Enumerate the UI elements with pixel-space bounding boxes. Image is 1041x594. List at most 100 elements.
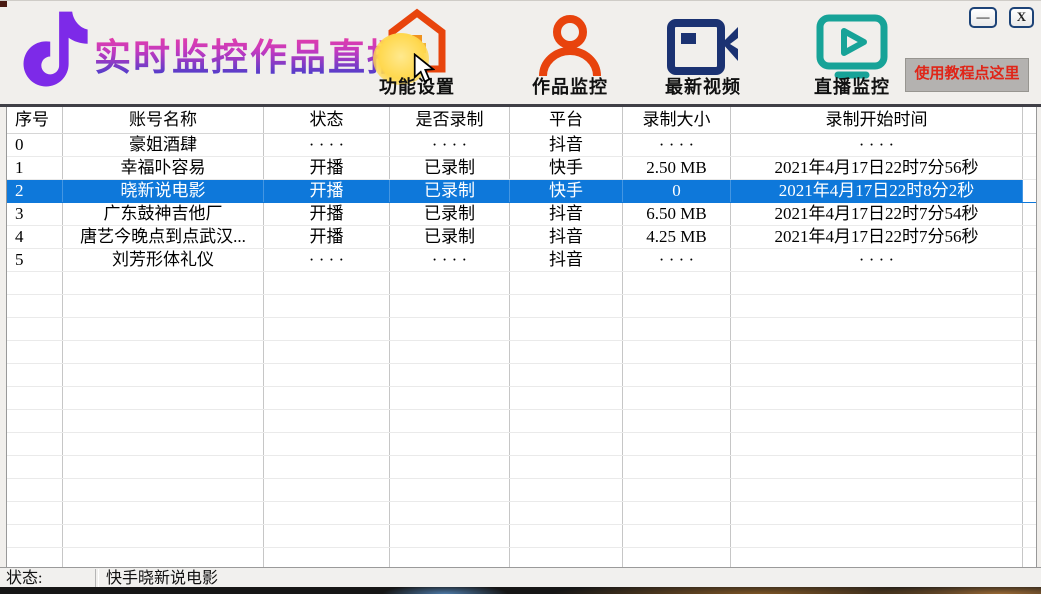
table-row[interactable]: 3广东鼓神吉他厂开播已录制抖音6.50 MB2021年4月17日22时7分54秒 xyxy=(7,203,1036,226)
table-cell: 2021年4月17日22时7分56秒 xyxy=(731,157,1023,179)
table-cell xyxy=(264,502,390,524)
table-empty-row[interactable] xyxy=(7,341,1036,364)
table-empty-row[interactable] xyxy=(7,364,1036,387)
table-cell xyxy=(390,548,510,567)
table-cell xyxy=(510,387,623,409)
live-monitor-button[interactable]: 直播监控 xyxy=(794,7,910,101)
table-cell xyxy=(1023,548,1036,567)
table-cell xyxy=(731,341,1023,363)
table-empty-row[interactable] xyxy=(7,456,1036,479)
table-cell xyxy=(390,341,510,363)
table-cell: 2 xyxy=(7,180,63,202)
table-empty-row[interactable] xyxy=(7,502,1036,525)
table-cell: 2021年4月17日22时7分54秒 xyxy=(731,203,1023,225)
table-empty-row[interactable] xyxy=(7,479,1036,502)
table-cell xyxy=(623,525,731,547)
table-cell xyxy=(63,525,264,547)
table-cell: · · · · xyxy=(264,134,390,156)
table-cell: 晓新说电影 xyxy=(63,180,264,202)
mouse-cursor-icon xyxy=(413,53,435,83)
table-row[interactable]: 4唐艺今晚点到点武汉...开播已录制抖音4.25 MB2021年4月17日22时… xyxy=(7,226,1036,249)
table-cell xyxy=(510,456,623,478)
column-header-start-time[interactable]: 录制开始时间 xyxy=(731,107,1023,133)
table-empty-row[interactable] xyxy=(7,433,1036,456)
table-cell xyxy=(63,410,264,432)
table-cell xyxy=(510,272,623,294)
table-cell xyxy=(7,364,63,386)
table-empty-row[interactable] xyxy=(7,548,1036,567)
table-cell xyxy=(623,341,731,363)
table-row[interactable]: 1幸福卟容易开播已录制快手2.50 MB2021年4月17日22时7分56秒 xyxy=(7,157,1036,180)
table-row[interactable]: 2晓新说电影开播已录制快手02021年4月17日22时8分2秒 xyxy=(7,180,1036,203)
table-cell: 已录制 xyxy=(390,157,510,179)
table-cell xyxy=(390,410,510,432)
table-cell xyxy=(1023,134,1036,156)
table-cell xyxy=(390,272,510,294)
minimize-button[interactable]: — xyxy=(969,7,997,28)
table-cell xyxy=(1023,502,1036,524)
table-cell xyxy=(1023,387,1036,409)
table-cell: 5 xyxy=(7,249,63,271)
column-header-account[interactable]: 账号名称 xyxy=(63,107,264,133)
table-empty-row[interactable] xyxy=(7,295,1036,318)
table-cell xyxy=(264,433,390,455)
table-cell xyxy=(1023,341,1036,363)
table-cell: 幸福卟容易 xyxy=(63,157,264,179)
table-cell xyxy=(1023,272,1036,294)
table-cell xyxy=(390,502,510,524)
table-empty-row[interactable] xyxy=(7,525,1036,548)
video-camera-icon xyxy=(666,19,740,75)
table-cell: 2021年4月17日22时7分56秒 xyxy=(731,226,1023,248)
table-cell: 开播 xyxy=(264,180,390,202)
table-empty-row[interactable] xyxy=(7,272,1036,295)
table-cell xyxy=(63,364,264,386)
table-cell xyxy=(7,318,63,340)
table-cell: 抖音 xyxy=(510,249,623,271)
table-cell xyxy=(731,525,1023,547)
column-header-status[interactable]: 状态 xyxy=(264,107,390,133)
table-row[interactable]: 5刘芳形体礼仪· · · ·· · · ·抖音· · · ·· · · · xyxy=(7,249,1036,272)
table-cell xyxy=(510,479,623,501)
table-cell xyxy=(1023,456,1036,478)
latest-videos-label: 最新视频 xyxy=(645,73,761,99)
table-cell: · · · · xyxy=(623,134,731,156)
table-cell xyxy=(731,502,1023,524)
table-cell xyxy=(63,433,264,455)
close-button[interactable]: X xyxy=(1009,7,1034,28)
table-cell xyxy=(390,479,510,501)
table-cell: · · · · xyxy=(390,249,510,271)
table-empty-row[interactable] xyxy=(7,318,1036,341)
column-header-recorded[interactable]: 是否录制 xyxy=(390,107,510,133)
table-cell: 已录制 xyxy=(390,203,510,225)
table-empty-row[interactable] xyxy=(7,387,1036,410)
table-cell xyxy=(390,456,510,478)
table-cell xyxy=(731,387,1023,409)
live-monitor-label: 直播监控 xyxy=(794,73,910,99)
column-header-platform[interactable]: 平台 xyxy=(510,107,623,133)
table-cell xyxy=(731,364,1023,386)
table-row[interactable]: 0豪姐酒肆· · · ·· · · ·抖音· · · ·· · · · xyxy=(7,134,1036,157)
table-cell xyxy=(264,387,390,409)
table-cell xyxy=(623,318,731,340)
column-header-size[interactable]: 录制大小 xyxy=(623,107,731,133)
table-cell xyxy=(7,548,63,567)
table-cell: · · · · xyxy=(731,249,1023,271)
table-cell xyxy=(623,479,731,501)
table-cell xyxy=(264,410,390,432)
table-empty-row[interactable] xyxy=(7,410,1036,433)
desktop-background-strip xyxy=(0,587,1041,594)
table-cell xyxy=(1023,433,1036,455)
table-cell xyxy=(63,456,264,478)
latest-videos-button[interactable]: 最新视频 xyxy=(645,7,761,101)
status-value: 快手晓新说电影 xyxy=(106,569,218,588)
table-cell xyxy=(7,341,63,363)
table-cell xyxy=(1023,157,1036,179)
works-monitor-button[interactable]: 作品监控 xyxy=(512,7,628,101)
table-cell xyxy=(510,410,623,432)
table-cell xyxy=(510,318,623,340)
table-cell: 0 xyxy=(623,180,731,202)
table-cell xyxy=(7,272,63,294)
tutorial-button[interactable]: 使用教程点这里 xyxy=(905,58,1029,92)
table-cell xyxy=(390,364,510,386)
column-header-index[interactable]: 序号 xyxy=(7,107,63,133)
